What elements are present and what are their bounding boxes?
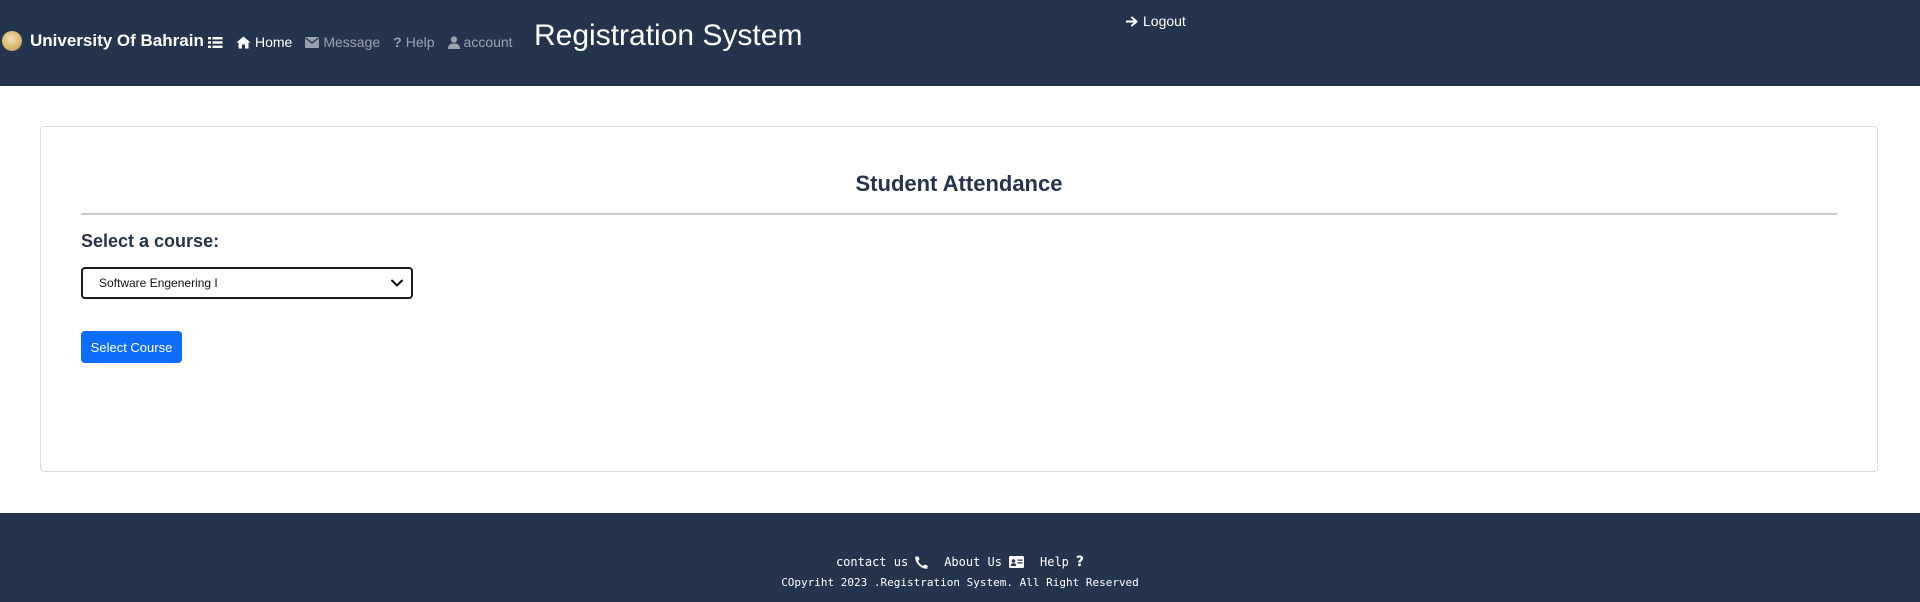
selected-course: Software Engenering I xyxy=(99,276,218,290)
id-card-icon xyxy=(1009,556,1024,568)
nav-item-account[interactable]: account xyxy=(447,34,513,50)
app-title: Registration System xyxy=(534,19,803,52)
main-nav: Home Message ? Help account xyxy=(208,31,513,53)
course-select[interactable]: Software Engenering I xyxy=(81,267,413,299)
nav-item-home[interactable]: Home xyxy=(236,34,292,50)
university-logo-icon xyxy=(2,31,22,51)
logout-button[interactable]: Logout xyxy=(1126,13,1186,29)
envelope-icon xyxy=(305,36,320,48)
logout-label: Logout xyxy=(1143,13,1186,29)
footer-link-contact[interactable]: contact us xyxy=(836,554,928,570)
nav-item-label: account xyxy=(463,34,513,50)
footer-link-about[interactable]: About Us xyxy=(944,554,1024,570)
select-course-button[interactable]: Select Course xyxy=(81,331,182,363)
brand[interactable]: University Of Bahrain xyxy=(2,30,204,52)
arrow-right-icon xyxy=(1126,16,1138,26)
footer-link-help[interactable]: Help ? xyxy=(1040,554,1084,570)
course-select-label: Select a course: xyxy=(81,231,220,251)
phone-icon xyxy=(915,556,928,569)
top-navbar: University Of Bahrain Home Message ? Hel… xyxy=(0,0,1920,86)
home-icon xyxy=(236,36,251,48)
list-icon xyxy=(208,36,223,48)
menu-list-button[interactable] xyxy=(208,36,223,49)
attendance-card: Student Attendance Select a course: Soft… xyxy=(40,126,1878,472)
nav-item-label: Message xyxy=(323,34,381,50)
question-icon: ? xyxy=(393,34,402,50)
nav-item-help[interactable]: ? Help xyxy=(393,34,434,50)
footer: contact us About Us Help ? COpyriht 2023… xyxy=(0,513,1920,602)
footer-link-label: Help xyxy=(1040,555,1069,569)
copyright-text: COpyriht 2023 .Registration System. All … xyxy=(781,576,1139,589)
nav-item-label: Help xyxy=(405,34,435,50)
nav-item-label: Home xyxy=(255,34,293,50)
footer-link-label: contact us xyxy=(835,555,909,569)
question-icon: ? xyxy=(1075,554,1085,570)
brand-name: University Of Bahrain xyxy=(30,31,204,50)
chevron-down-icon xyxy=(391,279,403,287)
title-divider xyxy=(81,213,1837,215)
footer-link-label: About Us xyxy=(944,555,1002,569)
user-icon xyxy=(447,35,460,49)
page-title: Student Attendance xyxy=(855,171,1063,196)
footer-links: contact us About Us Help ? xyxy=(0,554,1920,570)
nav-item-message[interactable]: Message xyxy=(305,34,380,50)
